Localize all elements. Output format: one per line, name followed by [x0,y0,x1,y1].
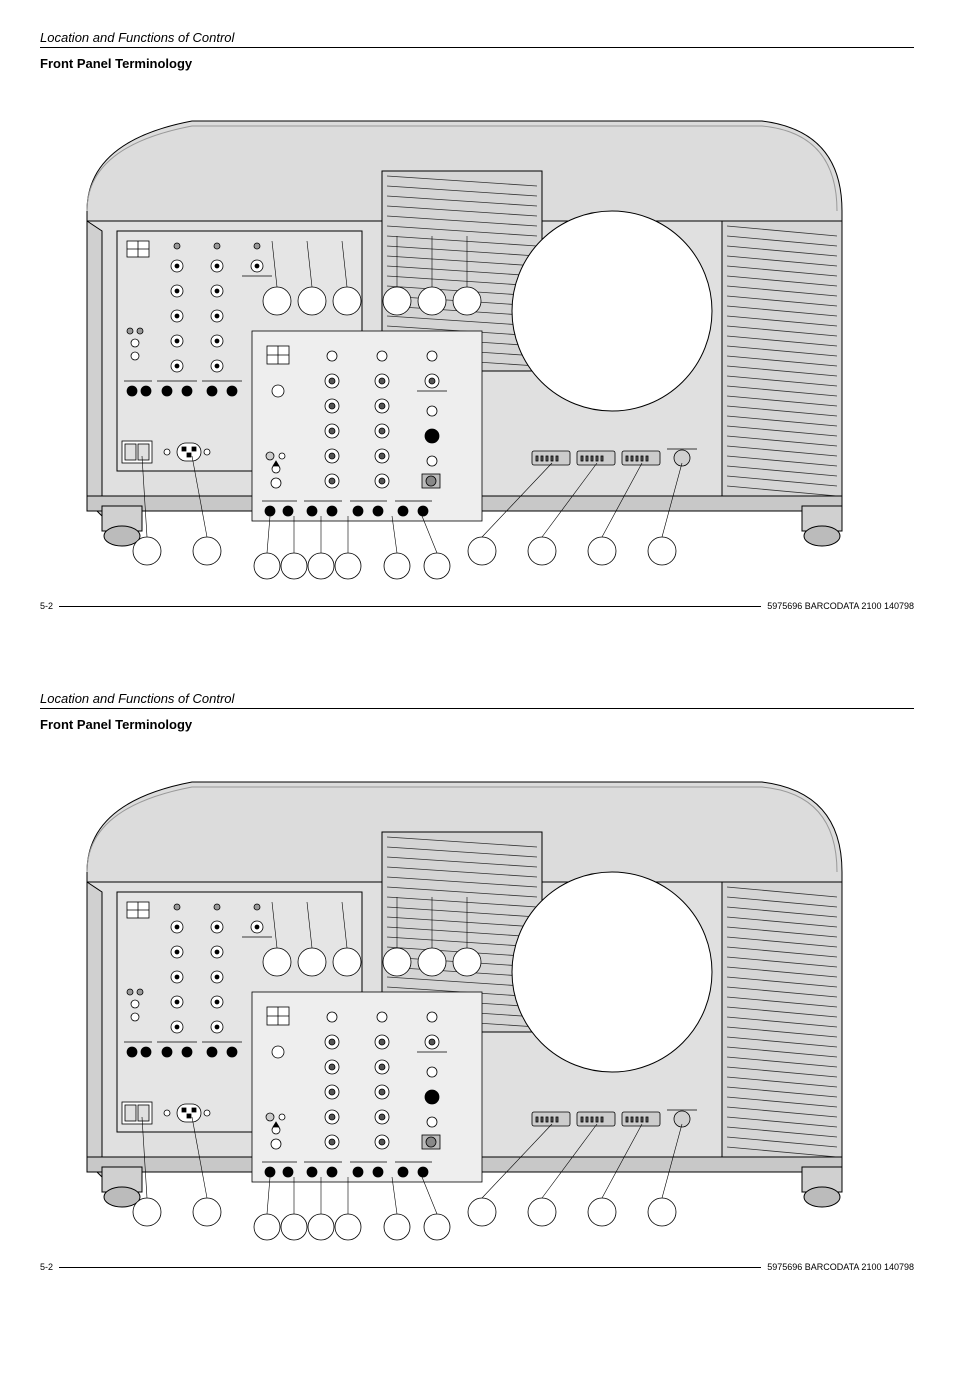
page-2: Location and Functions of Control Front … [40,691,914,1272]
section-title: Front Panel Terminology [40,56,914,71]
section-header: Location and Functions of Control [40,30,914,48]
page-footer: 5-2 5975696 BARCODATA 2100 140798 [40,1262,914,1272]
section-header: Location and Functions of Control [40,691,914,709]
footer-rule [59,1267,761,1268]
footer-code: 5975696 BARCODATA 2100 140798 [767,601,914,611]
projector-front-panel-diagram [40,91,914,591]
page-number: 5-2 [40,1262,53,1272]
footer-rule [59,606,761,607]
page-number: 5-2 [40,601,53,611]
footer-code: 5975696 BARCODATA 2100 140798 [767,1262,914,1272]
page-footer: 5-2 5975696 BARCODATA 2100 140798 [40,601,914,611]
section-title: Front Panel Terminology [40,717,914,732]
page-1: Location and Functions of Control Front … [40,30,914,611]
projector-front-panel-diagram [40,752,914,1252]
